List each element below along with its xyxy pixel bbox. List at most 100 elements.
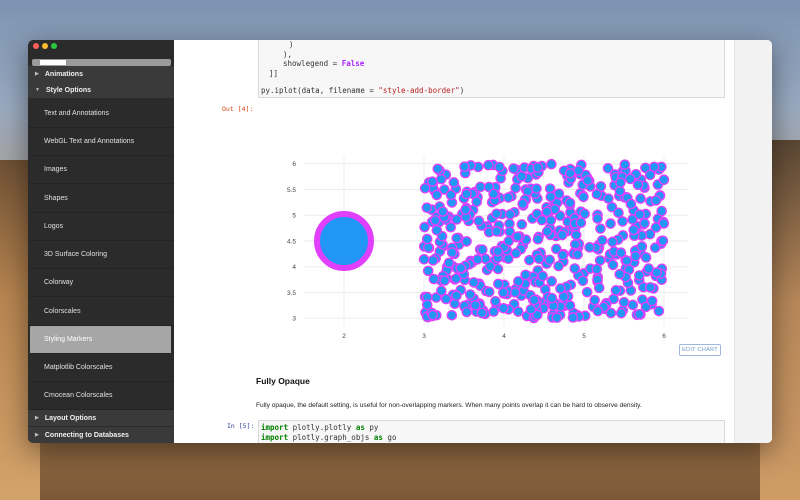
- sidebar-item-colorscales[interactable]: Colorscales: [28, 298, 174, 326]
- code-line: showlegend = False: [283, 59, 364, 68]
- x-tick-label: 5: [582, 333, 586, 338]
- sidebar-item-label: 3D Surface Coloring: [44, 251, 108, 258]
- section-label: Style Options: [45, 86, 92, 94]
- sidebar-item-shapes[interactable]: Shapes: [28, 185, 174, 213]
- sidebar-item-matplotlib-colorscales[interactable]: Matplotlib Colorscales: [28, 354, 174, 382]
- data-point: [584, 242, 595, 253]
- data-point: [445, 221, 457, 233]
- data-point: [617, 216, 628, 227]
- data-point: [615, 177, 626, 188]
- code-token: import: [261, 433, 289, 442]
- section-label: Animations: [44, 70, 83, 78]
- code-token: False: [341, 59, 365, 68]
- sidebar-item-styling-markers[interactable]: Styling Markers: [30, 326, 171, 354]
- section-animations[interactable]: ▶ Animations: [28, 66, 174, 82]
- data-point: [512, 231, 523, 242]
- data-point: [491, 226, 502, 237]
- data-point: [504, 209, 516, 220]
- data-point: [544, 254, 555, 266]
- code-token: py: [364, 423, 379, 432]
- scatter-chart[interactable]: 3 3.5 4 4.5 5 5.5 6 2 3 4 5 6: [270, 150, 700, 338]
- sidebar-item-logos[interactable]: Logos: [28, 213, 174, 241]
- data-point: [593, 282, 605, 294]
- data-point: [516, 219, 528, 230]
- sidebar-item-webgl-text[interactable]: WebGL Text and Annotations: [28, 128, 174, 156]
- data-point: [657, 235, 669, 247]
- data-point: [460, 204, 471, 216]
- data-point: [490, 295, 501, 307]
- data-point: [635, 193, 646, 204]
- data-point: [532, 233, 544, 245]
- data-point: [630, 250, 641, 262]
- sidebar-item-label: Text and Annotations: [44, 110, 109, 117]
- data-point: [488, 188, 499, 200]
- sidebar: ▶ Animations ▼ Style Options Text and An…: [28, 40, 174, 443]
- data-point: [422, 265, 434, 277]
- sidebar-item-label: Styling Markers: [44, 336, 93, 343]
- data-point: [605, 218, 616, 229]
- data-point: [446, 309, 458, 321]
- code-token: plotly.graph_objs: [288, 433, 374, 442]
- data-point: [644, 282, 656, 293]
- data-point: [607, 259, 619, 271]
- close-button[interactable]: [33, 43, 39, 49]
- code-token: go: [382, 433, 397, 442]
- code-line: ),: [283, 50, 293, 59]
- data-point: [621, 255, 633, 267]
- data-point: [512, 306, 524, 317]
- data-point: [651, 267, 662, 278]
- data-point: [570, 229, 582, 241]
- data-point: [421, 233, 433, 245]
- data-point: [536, 214, 548, 226]
- sidebar-search-strip[interactable]: [32, 59, 171, 66]
- section-style-options[interactable]: ▼ Style Options: [28, 82, 174, 98]
- input-prompt: In [5]:: [227, 422, 255, 430]
- data-point: [624, 173, 636, 185]
- sidebar-item-images[interactable]: Images: [28, 156, 174, 184]
- data-point: [656, 205, 667, 217]
- data-point: [448, 177, 460, 188]
- section-layout-options[interactable]: ▶ Layout Options: [28, 410, 174, 426]
- edit-chart-button[interactable]: EDIT CHART: [679, 344, 721, 356]
- data-point: [445, 189, 457, 201]
- output-prompt: Out [4]:: [222, 105, 254, 113]
- data-point: [591, 263, 603, 275]
- large-marker: [314, 211, 374, 271]
- data-point: [429, 215, 441, 226]
- data-point: [484, 260, 496, 272]
- data-point: [508, 163, 519, 174]
- code-line: ]]: [269, 69, 279, 78]
- data-point: [594, 255, 606, 266]
- minimize-button[interactable]: [42, 43, 48, 49]
- data-point: [613, 207, 624, 219]
- data-point: [421, 299, 433, 311]
- code-token: as: [355, 423, 365, 432]
- code-cell-4[interactable]: ) ), showlegend = False ]] py.iplot(data…: [258, 40, 725, 98]
- data-point: [636, 241, 648, 252]
- data-point: [605, 307, 617, 319]
- data-point: [451, 290, 462, 302]
- sidebar-item-3d-surface[interactable]: 3D Surface Coloring: [28, 241, 174, 269]
- sidebar-item-text-annotations[interactable]: Text and Annotations: [28, 100, 174, 128]
- sidebar-item-colorway[interactable]: Colorway: [28, 269, 174, 297]
- data-point: [528, 294, 540, 306]
- data-point: [545, 191, 557, 203]
- notebook-content: ) ), showlegend = False ]] py.iplot(data…: [174, 40, 772, 443]
- data-point: [537, 270, 548, 282]
- code-cell-5[interactable]: import plotly.plotly as py import plotly…: [258, 420, 725, 443]
- data-point: [602, 163, 614, 174]
- data-point: [615, 247, 627, 259]
- data-point: [649, 242, 661, 254]
- code-token: as: [373, 433, 383, 442]
- chevron-right-icon: ▶: [35, 432, 39, 438]
- data-point: [634, 308, 645, 320]
- data-point: [591, 188, 603, 200]
- scrollbar[interactable]: [734, 40, 772, 443]
- data-point: [650, 222, 662, 233]
- section-connecting-databases[interactable]: ▶ Connecting to Databases: [28, 427, 174, 443]
- maximize-button[interactable]: [51, 43, 57, 49]
- sidebar-item-label: Shapes: [44, 195, 68, 202]
- sidebar-item-cmocean-colorscales[interactable]: Cmocean Colorscales: [28, 382, 174, 410]
- data-point: [435, 173, 447, 185]
- sidebar-item-label: Colorscales: [44, 308, 81, 315]
